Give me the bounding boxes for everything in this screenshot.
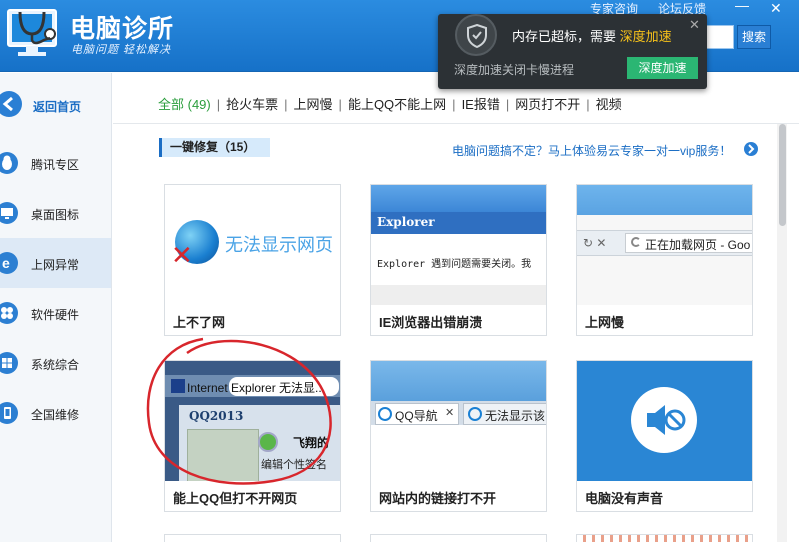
section-title: 一键修复（15） [159, 138, 270, 157]
close-icon: ✕ [445, 407, 455, 419]
thumb-text: 无法显示网页 [225, 235, 333, 255]
monitor-icon [0, 202, 18, 224]
popup-message: 内存已超标，需要 深度加速 [512, 29, 672, 44]
browser-icon [378, 407, 392, 421]
thumb-text: Explorer 遇到问题需要关闭。我 [377, 259, 532, 270]
fix-card-partial[interactable] [164, 534, 341, 542]
fix-card-no-internet[interactable]: ✕ 无法显示网页 上不了网 [164, 184, 341, 336]
card-label: 上网慢 [585, 315, 625, 330]
sidebar: 返回首页 腾讯专区 桌面图标 e 上网异常 软件硬件 系统综合 全国维修 [0, 73, 112, 542]
fix-card-partial[interactable] [576, 534, 753, 542]
penguin-icon [0, 152, 18, 174]
back-arrow-icon [0, 91, 22, 117]
app-title: 电脑诊所 [70, 15, 175, 43]
back-home-label: 返回首页 [33, 100, 82, 114]
popup-close-icon[interactable]: ✕ [689, 17, 700, 33]
card-label: IE浏览器出错崩溃 [379, 315, 483, 330]
refresh-icon: ↻ ✕ [583, 236, 607, 250]
sidebar-item-label: 软件硬件 [31, 308, 80, 322]
sidebar-item-label: 腾讯专区 [31, 158, 80, 172]
vip-service-link[interactable]: 电脑问题搞不定？马上体验易云专家一对一vip服务！ [452, 142, 731, 159]
fix-card-ie-crash[interactable]: Explorer Explorer 遇到问题需要关闭。我 IE浏览器出错崩溃 [370, 184, 547, 336]
sidebar-item-label: 系统综合 [31, 358, 80, 372]
thumb-tab-text: 无法显示该 [485, 409, 546, 423]
tab-all[interactable]: 全部 (49) [158, 94, 211, 113]
card-thumbnail [577, 361, 752, 481]
scrollbar-thumb[interactable] [779, 124, 786, 226]
sidebar-item-label: 全国维修 [31, 408, 80, 422]
sidebar-item-repair[interactable]: 全国维修 [0, 388, 111, 438]
shield-icon [455, 14, 497, 56]
thumb-title: Explorer [377, 215, 435, 229]
divider [113, 123, 799, 124]
ie-icon [468, 407, 482, 421]
close-window-button[interactable]: ✕ [770, 0, 782, 17]
deep-accelerate-button[interactable]: 深度加速 [627, 57, 698, 79]
category-tabs: 全部 (49) | 抢火车票 | 上网慢 | 能上QQ不能上网 | IE报错 | 网页打不开 | 视频 [158, 94, 622, 116]
card-thumbnail: ↻ ✕ 正在加载网页 - Goo [577, 185, 752, 305]
thumb-tab-text: QQ导航 [395, 409, 438, 423]
phone-icon [0, 402, 18, 424]
mute-speaker-icon [631, 387, 697, 453]
sidebar-item-system[interactable]: 系统综合 [0, 338, 111, 388]
fix-card-qq-no-web[interactable]: Internet Explorer 无法显... QQ2013 飞翔的 编辑个性… [146, 337, 341, 512]
card-label: 网站内的链接打不开 [379, 491, 497, 506]
search-button[interactable]: 搜索 [737, 25, 771, 49]
loading-spinner-icon [631, 237, 641, 247]
popup-accent-link[interactable]: 深度加速 [620, 29, 672, 44]
sidebar-item-tencent[interactable]: 腾讯专区 [0, 138, 111, 188]
thumb-text: 正在加载网页 - Goo [645, 238, 751, 252]
svg-text:e: e [2, 255, 10, 271]
tab-ie-error[interactable]: IE报错 [462, 94, 500, 113]
stethoscope-monitor-icon [4, 6, 62, 62]
tab-slow-internet[interactable]: 上网慢 [294, 94, 333, 113]
memory-warning-popup: 内存已超标，需要 深度加速 ✕ 深度加速关闭卡慢进程 深度加速 [438, 14, 707, 89]
chevron-right-icon[interactable] [744, 142, 758, 156]
fix-card-links-broken[interactable]: QQ导航 ✕ 无法显示该 网站内的链接打不开 [370, 360, 547, 512]
tab-qq-no-web[interactable]: 能上QQ不能上网 [348, 94, 446, 113]
sidebar-item-software-hardware[interactable]: 软件硬件 [0, 288, 111, 338]
app-subtitle: 电脑问题 轻松解决 [71, 44, 172, 56]
tab-video[interactable]: 视频 [596, 94, 622, 113]
popup-subtext: 深度加速关闭卡慢进程 [454, 63, 575, 77]
windows-icon [0, 352, 18, 374]
card-thumbnail: Explorer Explorer 遇到问题需要关闭。我 [371, 185, 546, 305]
sidebar-item-label: 桌面图标 [31, 208, 80, 222]
sidebar-item-network[interactable]: e 上网异常 [0, 238, 111, 288]
back-home-button[interactable]: 返回首页 [0, 83, 111, 127]
fix-card-slow-internet[interactable]: ↻ ✕ 正在加载网页 - Goo 上网慢 [576, 184, 753, 336]
sidebar-item-label: 上网异常 [31, 258, 80, 272]
tab-page-wont-open[interactable]: 网页打不开 [515, 94, 580, 113]
card-thumbnail: QQ导航 ✕ 无法显示该 [371, 361, 546, 481]
card-thumbnail: ✕ 无法显示网页 [165, 185, 340, 305]
tab-train-tickets[interactable]: 抢火车票 [226, 94, 278, 113]
card-label: 上不了网 [173, 315, 226, 330]
fix-card-no-sound[interactable]: 电脑没有声音 [576, 360, 753, 512]
sidebar-item-desktop-icons[interactable]: 桌面图标 [0, 188, 111, 238]
error-x-icon: ✕ [171, 240, 193, 270]
puzzle-icon [0, 302, 18, 324]
card-label: 电脑没有声音 [585, 491, 664, 506]
fix-card-partial[interactable] [370, 534, 547, 542]
ie-icon: e [0, 252, 18, 274]
minimize-button[interactable]: — [735, 0, 749, 13]
red-annotation-circle [146, 337, 332, 485]
